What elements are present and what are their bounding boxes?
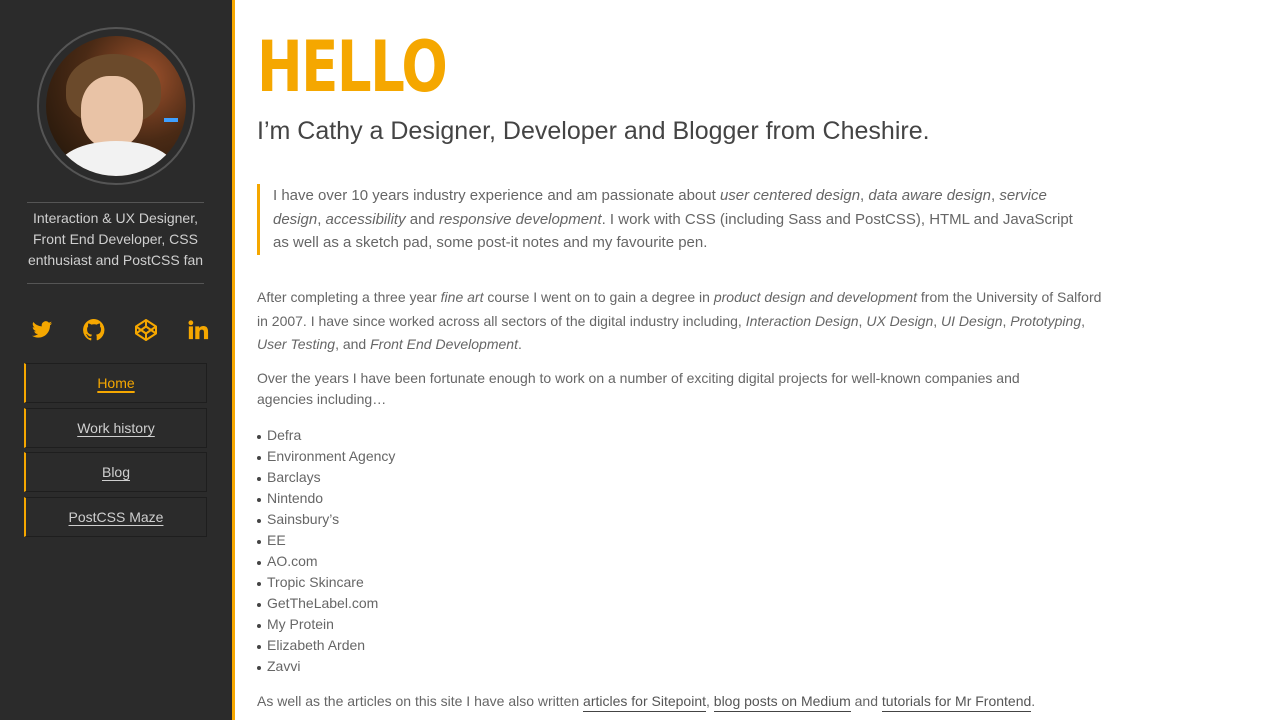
company-list: Defra Environment Agency Barclays Ninten… [257,425,395,677]
list-item: Barclays [257,467,395,488]
intro-quote: I have over 10 years industry experience… [257,184,1077,255]
list-item: Nintendo [257,488,395,509]
nav-item-blog[interactable]: Blog [24,452,207,492]
nav-item-postcss-maze[interactable]: PostCSS Maze [24,496,207,537]
main-nav: Home Work history Blog PostCSS Maze [24,363,207,541]
codepen-icon[interactable] [131,315,161,345]
nav-item-label: PostCSS Maze [68,508,164,525]
page-heading: HELLO [257,26,448,108]
list-item: AO.com [257,551,395,572]
sidebar: Interaction & UX Designer, Front End Dev… [0,0,235,720]
linkedin-icon[interactable] [183,315,213,345]
intro-text: I’m Cathy a Designer, Developer and Blog… [257,117,930,145]
avatar-frame [37,27,195,185]
list-item: Elizabeth Arden [257,635,395,656]
mr-frontend-link[interactable]: tutorials for Mr Frontend [881,693,1032,712]
nav-item-work-history[interactable]: Work history [24,407,207,448]
twitter-icon[interactable] [27,315,57,345]
divider [27,283,204,284]
nav-item-label: Work history [77,419,155,436]
list-item: GetTheLabel.com [257,593,395,614]
avatar [46,36,186,176]
list-item: EE [257,530,395,551]
medium-link[interactable]: blog posts on Medium [713,693,851,712]
list-item: Defra [257,425,395,446]
nav-item-label: Blog [101,464,131,480]
list-item: Zavvi [257,656,395,677]
tagline: Interaction & UX Designer, Front End Dev… [27,210,204,268]
social-links [27,315,213,345]
divider [27,202,204,203]
list-item: Tropic Skincare [257,572,395,593]
list-item: Environment Agency [257,446,395,467]
projects-paragraph: Over the years I have been fortunate eno… [257,370,1020,407]
nav-item-home[interactable]: Home [24,363,207,403]
github-icon[interactable] [79,315,109,345]
articles-paragraph: As well as the articles on this site I h… [257,690,1102,714]
background-paragraph: After completing a three year fine art c… [257,289,1102,352]
list-item: Sainsbury’s [257,509,395,530]
list-item: My Protein [257,614,395,635]
nav-item-label: Home [97,375,135,391]
sitepoint-link[interactable]: articles for Sitepoint [583,693,706,712]
